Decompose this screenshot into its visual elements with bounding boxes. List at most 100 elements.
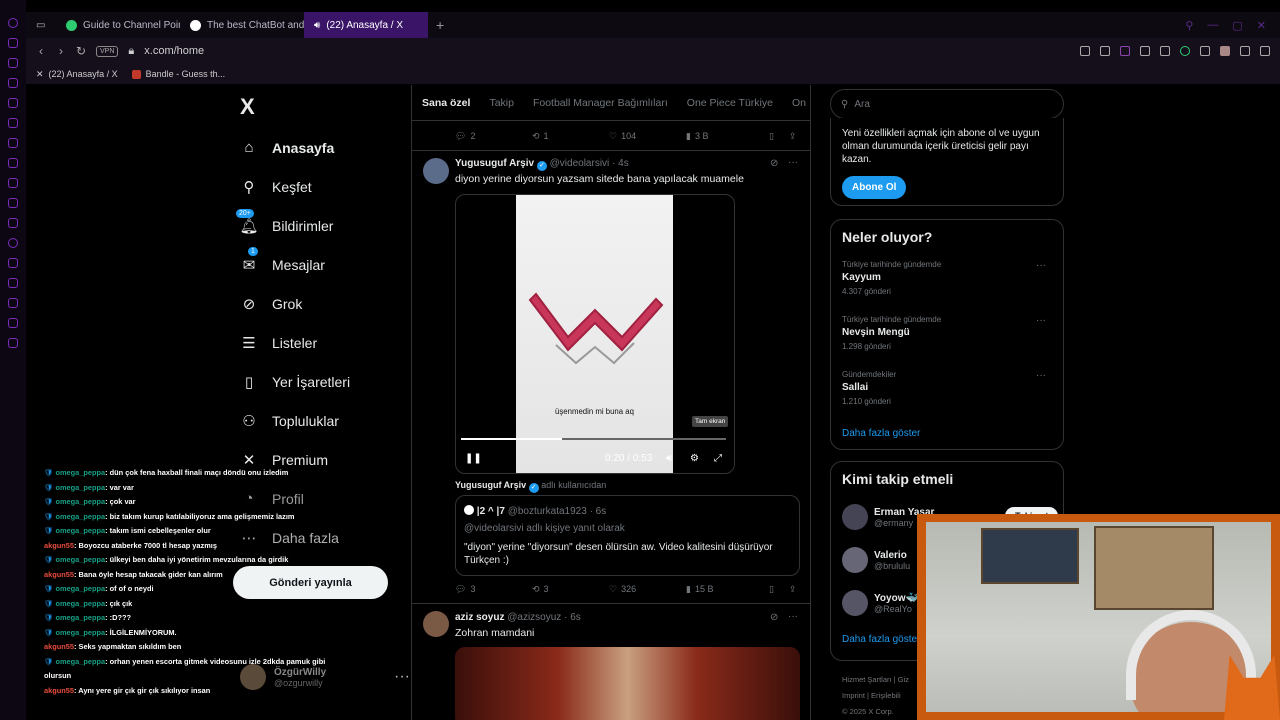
chat-username[interactable]: omega_peppa bbox=[55, 526, 105, 535]
bookmark-x-home[interactable]: ✕ (22) Anasayfa / X bbox=[36, 69, 118, 80]
video-progress-bar[interactable] bbox=[461, 438, 726, 440]
trend-item[interactable]: Türkiye tarihinde gündemde Kayyum 4.307 … bbox=[842, 260, 1054, 296]
tab-channel-points[interactable]: Guide to Channel Points bbox=[56, 12, 180, 38]
grok-icon[interactable]: ⊘ bbox=[770, 158, 778, 169]
views-button[interactable]: ▮ 3 B bbox=[686, 131, 769, 142]
repost-button[interactable]: ⟲ 3 bbox=[532, 584, 609, 595]
reply-button[interactable]: 💬︎ 3 bbox=[455, 584, 532, 595]
more-icon[interactable]: ··· bbox=[394, 668, 410, 686]
chat-username[interactable]: omega_peppa bbox=[55, 599, 105, 608]
x-logo-icon[interactable]: X bbox=[240, 94, 255, 120]
more-icon[interactable]: ··· bbox=[1036, 315, 1046, 326]
video-player[interactable]: üşenmedin mi buna aq Tam ekran ❚❚ 0:20 /… bbox=[455, 194, 735, 474]
avatar[interactable] bbox=[842, 590, 868, 616]
nav-item-lists[interactable]: ☰ Listeler bbox=[240, 323, 410, 362]
grok-icon[interactable]: ⊘ bbox=[770, 612, 778, 623]
nav-item-grok[interactable]: ⊘ Grok bbox=[240, 284, 410, 323]
forward-icon[interactable]: › bbox=[56, 44, 66, 58]
tab-for-you[interactable]: Sana özel bbox=[422, 97, 470, 109]
sidebar-app-icon[interactable] bbox=[8, 138, 18, 148]
puzzle-icon[interactable] bbox=[1200, 46, 1210, 56]
avatar[interactable] bbox=[842, 547, 868, 573]
more-icon[interactable]: ··· bbox=[788, 611, 798, 622]
new-tab-button[interactable]: + bbox=[428, 17, 452, 33]
chat-username[interactable]: omega_peppa bbox=[55, 657, 105, 666]
chat-username[interactable]: omega_peppa bbox=[55, 584, 105, 593]
sidebar-app-icon[interactable] bbox=[8, 38, 18, 48]
user-avatar-icon[interactable] bbox=[1220, 46, 1230, 56]
trend-item[interactable]: Türkiye tarihinde gündemde Nevşin Mengü … bbox=[842, 315, 1054, 351]
nav-item-explore[interactable]: ⚲ Keşfet bbox=[240, 167, 410, 206]
chat-username[interactable]: omega_peppa bbox=[55, 483, 105, 492]
chat-username[interactable]: akgun55 bbox=[44, 570, 74, 579]
tweet[interactable]: Yugusuguf Arşiv ✓ @videolarsivi · 4s ⊘ ·… bbox=[412, 151, 810, 604]
download-icon[interactable] bbox=[1240, 46, 1250, 56]
nav-item-communities[interactable]: ⚇ Topluluklar bbox=[240, 401, 410, 440]
views-button[interactable]: ▮ 15 B bbox=[686, 584, 769, 595]
trend-item[interactable]: Gündemdekiler Sallai 1.210 gönderi ··· bbox=[842, 370, 1054, 406]
reply-button[interactable]: 💬︎ 2 bbox=[455, 131, 532, 142]
settings-icon[interactable]: ⚙ bbox=[690, 453, 699, 464]
sidebar-app-icon[interactable] bbox=[8, 78, 18, 88]
avatar[interactable] bbox=[423, 158, 449, 184]
fullscreen-icon[interactable]: ⤢ bbox=[714, 453, 722, 464]
sidebar-app-icon[interactable] bbox=[8, 218, 18, 228]
sidebar-app-icon[interactable] bbox=[8, 158, 18, 168]
search-tabs-icon[interactable]: ⚲ bbox=[1185, 19, 1193, 32]
close-icon[interactable]: ✕ bbox=[1257, 19, 1266, 32]
sidebar-app-icon[interactable] bbox=[8, 338, 18, 348]
volume-icon[interactable]: 🔊︎ bbox=[666, 453, 672, 464]
snapshot-icon[interactable] bbox=[1100, 46, 1110, 56]
who-to-follow-show-more[interactable]: Daha fazla göste bbox=[842, 634, 917, 645]
chat-username[interactable]: omega_peppa bbox=[55, 468, 105, 477]
sidebar-app-icon[interactable] bbox=[8, 198, 18, 208]
maximize-icon[interactable]: ▢ bbox=[1232, 19, 1242, 32]
like-button[interactable]: ♡ 326 bbox=[609, 584, 686, 595]
tab-following[interactable]: Takip bbox=[489, 97, 514, 109]
chat-username[interactable]: omega_peppa bbox=[55, 497, 105, 506]
shield-icon[interactable] bbox=[1120, 46, 1130, 56]
share-icon[interactable]: ⇪ bbox=[789, 584, 797, 595]
bookmark-icon[interactable]: ▯ bbox=[769, 131, 789, 142]
chat-username[interactable]: omega_peppa bbox=[55, 628, 105, 637]
pause-icon[interactable]: ❚❚ bbox=[465, 453, 482, 464]
chat-username[interactable]: omega_peppa bbox=[55, 555, 105, 564]
pin-icon[interactable] bbox=[1080, 46, 1090, 56]
like-button[interactable]: ♡ 104 bbox=[609, 131, 686, 142]
trends-show-more[interactable]: Daha fazla göster bbox=[842, 428, 920, 439]
share-icon[interactable]: ⇪ bbox=[789, 131, 797, 142]
repost-button[interactable]: ⟲ 1 bbox=[532, 131, 609, 142]
opera-logo-icon[interactable] bbox=[8, 18, 18, 28]
back-icon[interactable]: ‹ bbox=[36, 44, 46, 58]
sidebar-app-icon[interactable] bbox=[8, 98, 18, 108]
chat-username[interactable]: akgun55 bbox=[44, 642, 74, 651]
chat-username[interactable]: omega_peppa bbox=[55, 613, 105, 622]
chat-username[interactable]: akgun55 bbox=[44, 541, 74, 550]
minimize-icon[interactable]: — bbox=[1207, 19, 1218, 32]
sidebar-app-icon[interactable] bbox=[8, 258, 18, 268]
speaker-icon[interactable]: 🔊︎ bbox=[314, 20, 320, 31]
tweet-media[interactable] bbox=[455, 647, 800, 720]
sidebar-app-icon[interactable] bbox=[8, 278, 18, 288]
sidebar-app-icon[interactable] bbox=[8, 58, 18, 68]
nav-item-home[interactable]: ⌂ Anasayfa bbox=[240, 128, 410, 167]
chat-username[interactable]: akgun55 bbox=[44, 686, 74, 695]
sidebar-app-icon[interactable] bbox=[8, 318, 18, 328]
search-input[interactable]: ⚲ Ara bbox=[830, 89, 1064, 119]
tweet[interactable]: aziz soyuz @azizsoyuz · 6s ⊘ ··· Zohran … bbox=[412, 604, 810, 720]
tab-more[interactable]: On bbox=[792, 97, 806, 109]
bookmark-bandle[interactable]: Bandle - Guess th... bbox=[131, 69, 225, 79]
subscribe-button[interactable]: Abone Ol bbox=[842, 176, 907, 199]
sidebar-app-icon[interactable] bbox=[8, 118, 18, 128]
tab-one-piece[interactable]: One Piece Türkiye bbox=[687, 97, 773, 109]
tab-overview-icon[interactable]: ▭ bbox=[26, 12, 56, 38]
url-field[interactable]: x.com/home bbox=[144, 45, 204, 57]
heart-icon[interactable] bbox=[1160, 46, 1170, 56]
sidebar-app-icon[interactable] bbox=[8, 298, 18, 308]
more-icon[interactable]: ··· bbox=[1036, 260, 1046, 271]
reload-icon[interactable]: ↻ bbox=[76, 44, 86, 58]
avatar[interactable] bbox=[423, 611, 449, 637]
tab-x-home[interactable]: 🔊︎ (22) Anasayfa / X bbox=[304, 12, 428, 38]
bookmark-icon[interactable]: ▯ bbox=[769, 584, 789, 595]
vpn-badge[interactable]: VPN bbox=[96, 45, 119, 57]
